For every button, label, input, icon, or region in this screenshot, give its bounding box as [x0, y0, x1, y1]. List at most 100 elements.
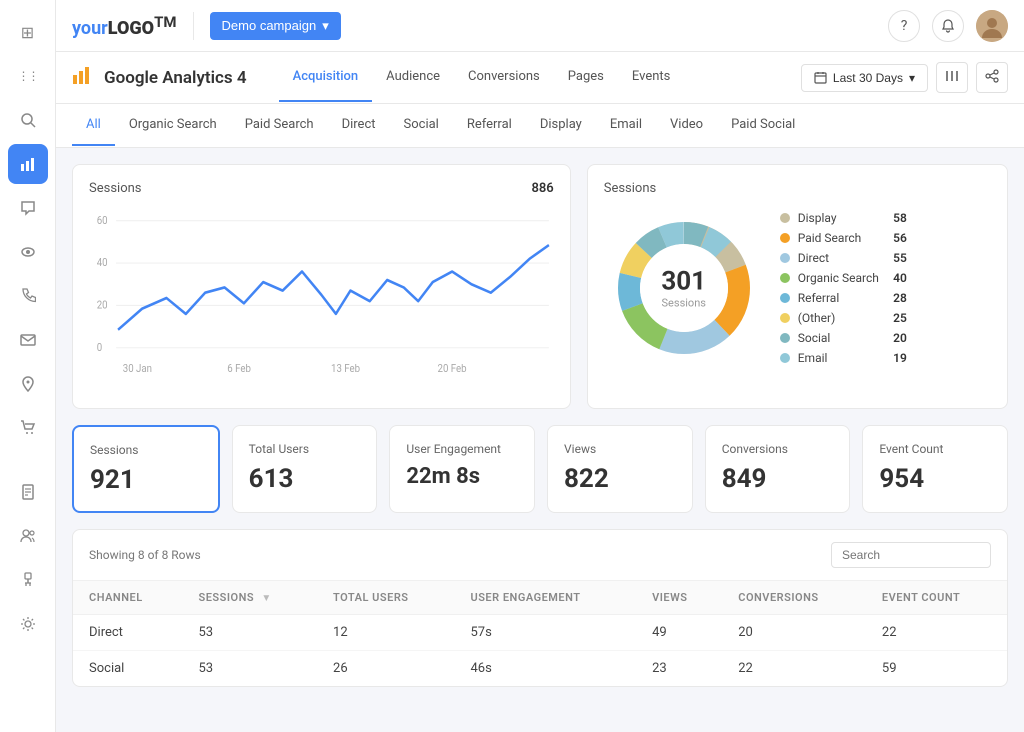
data-table: CHANNEL SESSIONS ▼ TOTAL USERS USER ENGA… — [73, 581, 1007, 686]
svg-text:30 Jan: 30 Jan — [123, 364, 152, 375]
channel-tab-referral[interactable]: Referral — [453, 105, 526, 146]
data-table-section: Showing 8 of 8 Rows CHANNEL SESSIONS ▼ T… — [72, 529, 1008, 687]
sidebar-icon-search[interactable] — [8, 100, 48, 140]
demo-campaign-button[interactable]: Demo campaign ▾ — [210, 12, 341, 40]
col-sessions[interactable]: SESSIONS ▼ — [183, 581, 318, 615]
svg-text:20: 20 — [97, 300, 108, 311]
tab-conversions[interactable]: Conversions — [454, 53, 554, 102]
sidebar-icon-gear[interactable] — [8, 604, 48, 644]
line-chart-svg: 60 40 20 0 30 Jan 6 Feb 13 Feb 20 Feb — [89, 208, 554, 388]
legend-item-other: (Other) 25 — [780, 311, 907, 325]
col-conversions: CONVERSIONS — [722, 581, 866, 615]
metric-views[interactable]: Views 822 — [547, 425, 693, 513]
sidebar-icon-grid[interactable]: ⊞ — [8, 12, 48, 52]
avatar[interactable] — [976, 10, 1008, 42]
help-button[interactable]: ? — [888, 10, 920, 42]
date-range-button[interactable]: Last 30 Days ▾ — [801, 64, 928, 92]
topbar-right: ? — [888, 10, 1008, 42]
chevron-icon: ▾ — [909, 71, 915, 85]
sessions-donut-chart: Sessions — [587, 164, 1008, 409]
table-row: Social 53 26 46s 23 22 59 — [73, 651, 1007, 687]
sidebar-icon-phone[interactable] — [8, 276, 48, 316]
channel-tab-email[interactable]: Email — [596, 105, 656, 146]
metric-conversions-label: Conversions — [722, 442, 834, 456]
channel-tab-social[interactable]: Social — [390, 105, 453, 146]
channel-tab-organic[interactable]: Organic Search — [115, 105, 231, 146]
metric-event-value: 954 — [879, 464, 991, 494]
table-header: CHANNEL SESSIONS ▼ TOTAL USERS USER ENGA… — [73, 581, 1007, 615]
share-button[interactable] — [976, 62, 1008, 93]
legend-label-organic: Organic Search — [798, 271, 879, 285]
channel-tab-all[interactable]: All — [72, 105, 115, 146]
legend-item-display: Display 58 — [780, 211, 907, 225]
columns-button[interactable] — [936, 62, 968, 93]
sessions-line-chart: Sessions 886 60 40 20 0 — [72, 164, 571, 409]
col-views: VIEWS — [636, 581, 722, 615]
channel-tab-paid-social[interactable]: Paid Social — [717, 105, 809, 146]
sidebar-icon-eye[interactable] — [8, 232, 48, 272]
channel-tab-direct[interactable]: Direct — [328, 105, 390, 146]
legend-value-direct: 55 — [887, 251, 907, 265]
sidebar-icon-analytics[interactable] — [8, 144, 48, 184]
cell-total-users: 26 — [317, 651, 454, 687]
legend-label-email: Email — [798, 351, 879, 365]
metric-users-label: Total Users — [249, 442, 361, 456]
sidebar-icon-doc[interactable] — [8, 472, 48, 512]
legend-item-referral: Referral 28 — [780, 291, 907, 305]
charts-row: Sessions 886 60 40 20 0 — [72, 164, 1008, 409]
tab-audience[interactable]: Audience — [372, 53, 454, 102]
content-area: Sessions 886 60 40 20 0 — [56, 148, 1024, 732]
svg-text:40: 40 — [97, 258, 108, 269]
sidebar-icon-mail[interactable] — [8, 320, 48, 360]
notifications-button[interactable] — [932, 10, 964, 42]
legend-item-email: Email 19 — [780, 351, 907, 365]
metric-conversions[interactable]: Conversions 849 — [705, 425, 851, 513]
metric-total-users[interactable]: Total Users 613 — [232, 425, 378, 513]
channel-tab-display[interactable]: Display — [526, 105, 596, 146]
donut-svg-container: 301 Sessions — [604, 208, 764, 368]
cell-engagement: 46s — [454, 651, 636, 687]
metric-user-engagement[interactable]: User Engagement 22m 8s — [389, 425, 535, 513]
metric-event-count[interactable]: Event Count 954 — [862, 425, 1008, 513]
col-user-engagement: USER ENGAGEMENT — [454, 581, 636, 615]
sub-header-right: Last 30 Days ▾ — [801, 62, 1008, 93]
legend-label-display: Display — [798, 211, 879, 225]
col-event-count: EVENT COUNT — [866, 581, 1007, 615]
topbar-divider — [193, 12, 194, 40]
table-search-input[interactable] — [831, 542, 991, 568]
legend-dot-referral — [780, 293, 790, 303]
sidebar-icon-chat[interactable] — [8, 188, 48, 228]
sidebar-icon-plug[interactable] — [8, 560, 48, 600]
channel-tab-paid-search[interactable]: Paid Search — [231, 105, 328, 146]
nav-tabs: Acquisition Audience Conversions Pages E… — [279, 53, 685, 102]
sidebar-icon-cart[interactable] — [8, 408, 48, 448]
sort-icon: ▼ — [261, 593, 271, 604]
donut-chart-title: Sessions — [604, 181, 657, 196]
metric-conversions-value: 849 — [722, 464, 834, 494]
metrics-row: Sessions 921 Total Users 613 User Engage… — [72, 425, 1008, 513]
legend-value-referral: 28 — [887, 291, 907, 305]
sidebar-icon-apps[interactable]: ⋮⋮ — [8, 56, 48, 96]
cell-event-count: 59 — [866, 651, 1007, 687]
legend-dot-other — [780, 313, 790, 323]
legend-dot-email — [780, 353, 790, 363]
metric-views-label: Views — [564, 442, 676, 456]
channel-tab-video[interactable]: Video — [656, 105, 717, 146]
sub-header: Google Analytics 4 Acquisition Audience … — [56, 52, 1024, 104]
donut-legend: Display 58 Paid Search 56 Direct 55 — [780, 211, 907, 365]
legend-dot-social — [780, 333, 790, 343]
legend-value-display: 58 — [887, 211, 907, 225]
sidebar-icon-location[interactable] — [8, 364, 48, 404]
sidebar: ⊞ ⋮⋮ — [0, 0, 56, 732]
sidebar-icon-users[interactable] — [8, 516, 48, 556]
metric-sessions[interactable]: Sessions 921 — [72, 425, 220, 513]
legend-dot-direct — [780, 253, 790, 263]
date-range-label: Last 30 Days — [833, 71, 903, 85]
tab-pages[interactable]: Pages — [554, 53, 618, 102]
col-total-users: TOTAL USERS — [317, 581, 454, 615]
legend-dot-display — [780, 213, 790, 223]
metric-engagement-value: 22m 8s — [406, 464, 518, 489]
svg-text:6 Feb: 6 Feb — [227, 364, 251, 375]
tab-acquisition[interactable]: Acquisition — [279, 53, 373, 102]
tab-events[interactable]: Events — [618, 53, 684, 102]
